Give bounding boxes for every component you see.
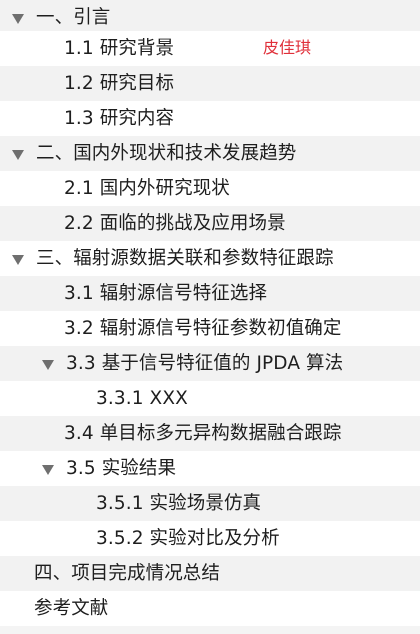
outline-item-chapter-3[interactable]: 三、辐射源数据关联和参数特征跟踪 [0,241,420,276]
outline-item-label: 二、国内外现状和技术发展趋势 [36,143,297,164]
outline-item-2-1[interactable]: 2.1 国内外研究现状 [0,171,420,206]
collapse-triangle-icon[interactable] [41,357,55,371]
outline-item-label: 1.2 研究目标 [64,73,175,94]
author-name-annotation: 皮佳琪 [263,38,312,57]
outline-item-3-1[interactable]: 3.1 辐射源信号特征选择 [0,276,420,311]
outline-item-chapter-4[interactable]: 四、项目完成情况总结 [0,556,420,591]
outline-item-label: 3.5.1 实验场景仿真 [96,493,262,514]
outline-item-3-5[interactable]: 3.5 实验结果 [0,451,420,486]
collapse-triangle-icon[interactable] [41,462,55,476]
outline-item-label: 3.5 实验结果 [66,458,177,479]
outline-item-label: 2.2 面临的挑战及应用场景 [64,213,286,234]
collapse-triangle-icon[interactable] [11,252,25,266]
collapse-triangle-icon[interactable] [11,11,25,25]
document-outline: 一、引言 1.1 研究背景 1.2 研究目标 1.3 研究内容 二、国内外现状和… [0,0,420,634]
outline-item-label: 2.1 国内外研究现状 [64,178,230,199]
outline-item-references[interactable]: 参考文献 [0,591,420,626]
outline-item-label: 三、辐射源数据关联和参数特征跟踪 [36,248,334,269]
outline-item-label: 3.3 基于信号特征值的 JPDA 算法 [66,353,344,374]
outline-item-label: 3.5.2 实验对比及分析 [96,528,280,549]
outline-item-label: 1.1 研究背景 [64,38,175,59]
outline-item-label: 3.2 辐射源信号特征参数初值确定 [64,318,342,339]
outline-item-3-2[interactable]: 3.2 辐射源信号特征参数初值确定 [0,311,420,346]
outline-item-label: 3.3.1 XXX [96,388,188,409]
outline-item-label: 一、引言 [36,7,111,28]
outline-item-label: 3.1 辐射源信号特征选择 [64,283,268,304]
outline-item-3-5-1[interactable]: 3.5.1 实验场景仿真 [0,486,420,521]
outline-item-1-2[interactable]: 1.2 研究目标 [0,66,420,101]
outline-item-1-3[interactable]: 1.3 研究内容 [0,101,420,136]
outline-item-label: 参考文献 [34,598,109,619]
outline-item-3-4[interactable]: 3.4 单目标多元异构数据融合跟踪 [0,416,420,451]
outline-item-label: 四、项目完成情况总结 [34,563,221,584]
outline-item-chapter-1[interactable]: 一、引言 [0,0,420,35]
outline-item-3-5-2[interactable]: 3.5.2 实验对比及分析 [0,521,420,556]
outline-item-1-1[interactable]: 1.1 研究背景 [0,31,420,66]
outline-item-label: 3.4 单目标多元异构数据融合跟踪 [64,423,342,444]
outline-item-3-3-1[interactable]: 3.3.1 XXX [0,381,420,416]
collapse-triangle-icon[interactable] [11,147,25,161]
outline-item-2-2[interactable]: 2.2 面临的挑战及应用场景 [0,206,420,241]
outline-item-3-3[interactable]: 3.3 基于信号特征值的 JPDA 算法 [0,346,420,381]
outline-item-chapter-2[interactable]: 二、国内外现状和技术发展趋势 [0,136,420,171]
outline-item-label: 1.3 研究内容 [64,108,175,129]
